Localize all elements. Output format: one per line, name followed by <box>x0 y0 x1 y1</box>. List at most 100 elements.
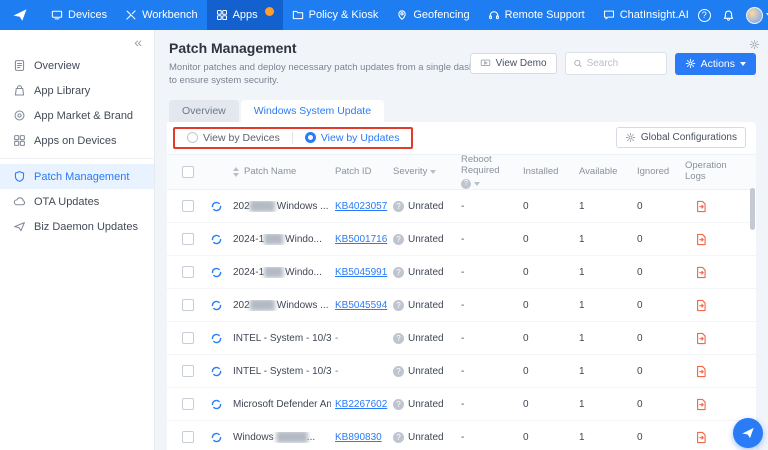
patch-name-text: INTEL - System - 10/3... <box>233 333 331 344</box>
patch-name-text: Windows <box>233 432 276 443</box>
notifications-bell-icon[interactable] <box>722 9 735 22</box>
row-checkbox[interactable] <box>182 299 194 311</box>
operation-logs-icon[interactable] <box>695 332 708 345</box>
scrollbar-thumb[interactable] <box>750 188 755 230</box>
sidebar-item-biz-daemon-updates[interactable]: Biz Daemon Updates <box>0 214 154 239</box>
operation-logs-icon[interactable] <box>695 200 708 213</box>
view-demo-label: View Demo <box>496 58 547 69</box>
search-input[interactable] <box>587 58 659 69</box>
row-checkbox[interactable] <box>182 365 194 377</box>
sync-patch-icon[interactable] <box>210 200 223 213</box>
view-demo-button[interactable]: View Demo <box>470 53 557 74</box>
patch-id-link[interactable]: KB4023057 <box>335 201 387 212</box>
sync-patch-icon[interactable] <box>210 431 223 444</box>
col-ignored: Ignored <box>637 167 669 178</box>
reboot-help-icon[interactable]: ? <box>461 179 471 189</box>
severity-unknown-icon: ? <box>393 267 404 278</box>
patch-id-link[interactable]: KB5045991 <box>335 267 387 278</box>
patch-name-text: 2024-1 <box>233 234 264 245</box>
row-checkbox[interactable] <box>182 398 194 410</box>
nav-item-workbench[interactable]: Workbench <box>116 0 206 30</box>
row-checkbox[interactable] <box>182 266 194 278</box>
available-count: 1 <box>575 300 633 311</box>
sync-patch-icon[interactable] <box>210 332 223 345</box>
col-patch-name: Patch Name <box>244 167 296 178</box>
top-navbar: Devices Workbench Apps Policy & Kiosk Ge… <box>0 0 768 30</box>
nav-item-apps[interactable]: Apps <box>207 0 283 30</box>
sync-patch-icon[interactable] <box>210 266 223 279</box>
col-operation-logs: Operation Logs <box>685 161 737 183</box>
patch-id-link[interactable]: KB2267602 <box>335 399 387 410</box>
user-menu[interactable] <box>746 7 768 24</box>
monitor-icon <box>51 9 63 21</box>
row-checkbox[interactable] <box>182 233 194 245</box>
severity-value: Unrated <box>408 234 444 245</box>
row-checkbox[interactable] <box>182 200 194 212</box>
view-by-devices-radio[interactable]: View by Devices <box>187 132 280 144</box>
sync-patch-icon[interactable] <box>210 365 223 378</box>
reboot-filter-icon[interactable] <box>474 182 480 186</box>
sidebar-item-ota-updates[interactable]: OTA Updates <box>0 189 154 214</box>
sidebar-collapse-button[interactable]: « <box>0 30 154 53</box>
search-box <box>565 52 667 75</box>
sort-icon[interactable] <box>233 167 239 177</box>
page-header: Patch Management Monitor patches and dep… <box>155 30 768 88</box>
patch-id-link[interactable]: KB890830 <box>335 432 382 443</box>
view-by-updates-label: View by Updates <box>321 132 400 144</box>
patch-id-link[interactable]: KB5001716 <box>335 234 387 245</box>
operation-logs-icon[interactable] <box>695 431 708 444</box>
severity-value: Unrated <box>408 267 444 278</box>
nav-item-remote-support[interactable]: Remote Support <box>479 0 594 30</box>
shield-icon <box>13 170 26 183</box>
avatar <box>746 7 763 24</box>
sidebar-item-apps-on-devices[interactable]: Apps on Devices <box>0 128 154 153</box>
patch-name-redacted: ████ <box>250 201 274 212</box>
operation-logs-icon[interactable] <box>695 233 708 246</box>
sidebar: « Overview App Library App Market & Bran… <box>0 30 155 450</box>
annotation-highlight-box: View by Devices View by Updates <box>173 127 413 149</box>
sidebar-item-app-library[interactable]: App Library <box>0 78 154 103</box>
sync-patch-icon[interactable] <box>210 398 223 411</box>
global-configurations-button[interactable]: Global Configurations <box>616 127 746 148</box>
gear-icon <box>685 58 696 69</box>
nav-item-policy-kiosk[interactable]: Policy & Kiosk <box>283 0 388 30</box>
operation-logs-icon[interactable] <box>695 365 708 378</box>
nav-item-chatinsight[interactable]: ChatInsight.AI <box>594 0 698 30</box>
sync-patch-icon[interactable] <box>210 233 223 246</box>
nav-item-devices[interactable]: Devices <box>42 0 116 30</box>
operation-logs-icon[interactable] <box>695 398 708 411</box>
operation-logs-icon[interactable] <box>695 299 708 312</box>
actions-button[interactable]: Actions <box>675 53 756 75</box>
scrollbar[interactable] <box>749 162 755 450</box>
patch-id-link[interactable]: KB5045594 <box>335 300 387 311</box>
sidebar-item-app-market-brand[interactable]: App Market & Brand <box>0 103 154 128</box>
severity-filter-icon[interactable] <box>430 170 436 174</box>
view-by-updates-radio[interactable]: View by Updates <box>305 132 400 144</box>
tab-windows-system-update[interactable]: Windows System Update <box>241 100 384 122</box>
chat-fab-button[interactable] <box>733 418 763 448</box>
patch-id-link[interactable]: - <box>335 366 338 377</box>
sidebar-item-label: App Market & Brand <box>34 110 133 122</box>
installed-count: 0 <box>519 399 575 410</box>
sidebar-item-label: Patch Management <box>34 171 129 183</box>
nav-label: Policy & Kiosk <box>309 9 379 21</box>
patch-name-cell: Windows █████... <box>229 432 331 443</box>
brand-logo[interactable] <box>12 7 28 23</box>
nav-item-geofencing[interactable]: Geofencing <box>387 0 478 30</box>
radio-selected-icon <box>305 132 316 143</box>
ignored-count: 0 <box>633 333 681 344</box>
row-checkbox[interactable] <box>182 431 194 443</box>
reboot-required-value: - <box>457 234 519 245</box>
sidebar-item-patch-management[interactable]: Patch Management <box>0 164 154 189</box>
row-checkbox[interactable] <box>182 332 194 344</box>
select-all-checkbox[interactable] <box>182 166 194 178</box>
table-row: 2024-1███ Windo... KB5045991 ? Unrated -… <box>167 256 756 289</box>
sidebar-item-overview[interactable]: Overview <box>0 53 154 78</box>
operation-logs-icon[interactable] <box>695 266 708 279</box>
patch-id-link[interactable]: - <box>335 333 338 344</box>
sync-patch-icon[interactable] <box>210 299 223 312</box>
table-toolbar: View by Devices View by Updates Global C… <box>167 122 756 154</box>
tab-overview[interactable]: Overview <box>169 100 239 122</box>
help-icon[interactable]: ? <box>698 9 711 22</box>
installed-count: 0 <box>519 234 575 245</box>
